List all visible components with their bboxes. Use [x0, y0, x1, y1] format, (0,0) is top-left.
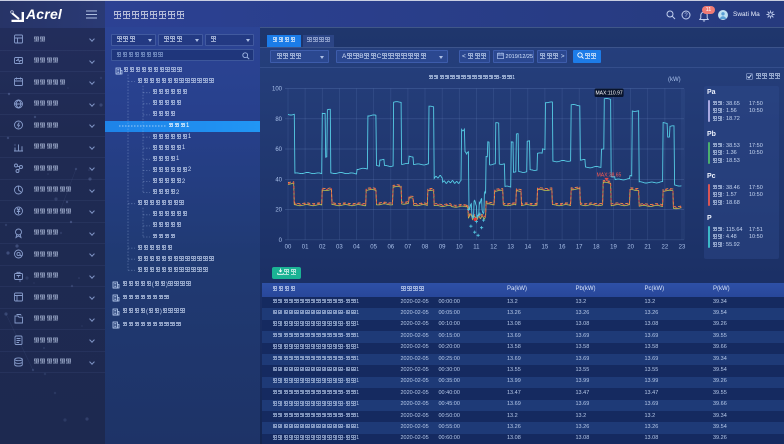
svg-text:13: 13 [507, 245, 514, 251]
svg-text:14: 14 [524, 245, 531, 251]
svg-text:06: 06 [387, 245, 394, 251]
svg-text:04: 04 [353, 245, 360, 251]
svg-text:12: 12 [490, 245, 497, 251]
svg-text:23: 23 [679, 245, 686, 251]
svg-text:07: 07 [405, 245, 412, 251]
svg-text:02: 02 [319, 245, 326, 251]
svg-text:11: 11 [473, 245, 480, 251]
svg-text:08: 08 [422, 245, 429, 251]
svg-text:00: 00 [285, 245, 292, 251]
svg-text:MAX:110.97: MAX:110.97 [596, 91, 623, 97]
svg-text:18: 18 [593, 245, 600, 251]
svg-text:03: 03 [336, 245, 343, 251]
svg-text:21: 21 [644, 245, 651, 251]
svg-text:17: 17 [576, 245, 583, 251]
svg-text:19: 19 [610, 245, 617, 251]
svg-text:10: 10 [456, 245, 463, 251]
svg-text:22: 22 [662, 245, 669, 251]
svg-text:20: 20 [627, 245, 634, 251]
svg-text:80: 80 [275, 117, 282, 123]
svg-text:15: 15 [542, 245, 549, 251]
svg-text:0: 0 [279, 238, 283, 244]
svg-text:40: 40 [275, 178, 282, 184]
svg-text:05: 05 [370, 245, 377, 251]
svg-text:09: 09 [439, 245, 446, 251]
svg-text:01: 01 [302, 245, 309, 251]
svg-text:60: 60 [275, 147, 282, 153]
svg-text:20: 20 [275, 208, 282, 214]
svg-text:MAX:38.65: MAX:38.65 [597, 172, 622, 178]
svg-text:16: 16 [559, 245, 566, 251]
svg-text:100: 100 [272, 87, 283, 93]
